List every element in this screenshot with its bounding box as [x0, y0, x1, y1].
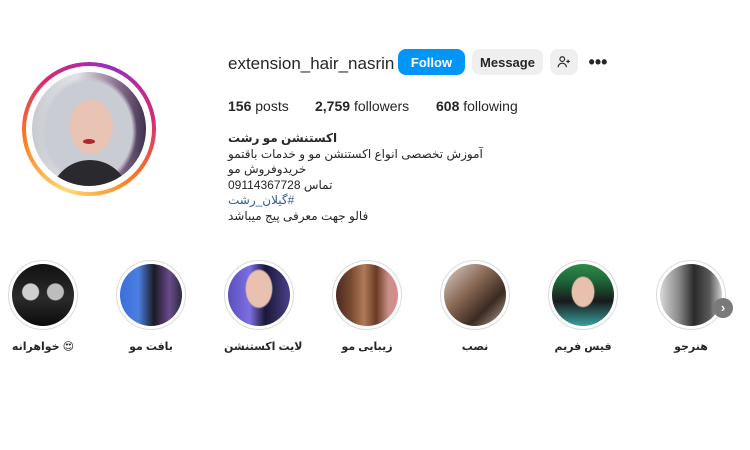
highlight-ring	[332, 260, 402, 330]
following-stat[interactable]: 608 following	[436, 98, 518, 114]
highlight-cover	[228, 264, 290, 326]
posts-count: 156	[228, 98, 252, 114]
highlight-cover	[552, 264, 614, 326]
highlight-label: هنرجو	[674, 341, 708, 353]
profile-avatar-story-ring[interactable]	[22, 62, 156, 196]
highlight-ring	[656, 260, 726, 330]
profile-bio: اکستنشن مو رشت آموزش تخصصی انواع اکستنشن…	[228, 131, 548, 224]
chevron-right-icon[interactable]: ›	[713, 298, 733, 318]
highlight-ring	[116, 260, 186, 330]
highlight-label: خواهرانه 😍	[11, 341, 75, 353]
avatar-lips	[83, 139, 95, 144]
bio-line: آموزش تخصصی انواع اکستنشن مو و خدمات باق…	[228, 146, 483, 161]
bio-line: فالو جهت معرفی پیج میباشد	[228, 208, 369, 223]
highlight-item[interactable]: زیبایی مو	[332, 260, 402, 353]
bio-phone: تماس 09114367728	[228, 177, 333, 192]
following-count: 608	[436, 98, 460, 114]
highlight-label: نصب	[461, 341, 489, 353]
avatar-shirt	[50, 160, 130, 186]
highlight-label: فیس فریم	[554, 341, 612, 353]
highlight-item[interactable]: خواهرانه 😍	[8, 260, 78, 353]
suggest-accounts-button[interactable]	[550, 49, 578, 75]
bio-hashtag-link[interactable]: #گیلان_رشت	[228, 193, 548, 209]
highlight-item[interactable]: لایت اکستنشن	[224, 260, 303, 353]
highlight-label: بافت مو	[129, 341, 173, 353]
followers-stat[interactable]: 2,759 followers	[315, 98, 409, 114]
following-label: following	[463, 98, 518, 114]
bio-line: خریدوفروش مو	[228, 162, 307, 176]
highlight-label: لایت اکستنشن	[224, 341, 303, 353]
followers-count: 2,759	[315, 98, 351, 114]
highlight-cover	[444, 264, 506, 326]
highlight-item[interactable]: فیس فریم	[548, 260, 618, 353]
highlight-cover	[336, 264, 398, 326]
highlight-cover	[660, 264, 722, 326]
message-button[interactable]: Message	[472, 49, 543, 75]
highlight-item[interactable]: بافت مو	[116, 260, 186, 353]
highlight-cover	[12, 264, 74, 326]
highlight-ring	[224, 260, 294, 330]
profile-username: extension_hair_nasrin	[228, 54, 395, 73]
highlight-label: زیبایی مو	[341, 341, 393, 353]
avatar-ring-gap	[26, 66, 152, 192]
bio-name: اکستنشن مو رشت	[228, 131, 338, 145]
posts-stat: 156 posts	[228, 98, 289, 114]
highlight-cover	[120, 264, 182, 326]
avatar	[32, 72, 146, 186]
posts-label: posts	[255, 98, 289, 114]
follow-button[interactable]: Follow	[398, 49, 465, 75]
highlight-item[interactable]: نصب	[440, 260, 510, 353]
highlight-ring	[8, 260, 78, 330]
highlight-ring	[548, 260, 618, 330]
highlight-ring	[440, 260, 510, 330]
followers-label: followers	[353, 98, 410, 114]
more-options-icon[interactable]: •••	[587, 52, 609, 72]
add-user-icon	[557, 56, 570, 68]
